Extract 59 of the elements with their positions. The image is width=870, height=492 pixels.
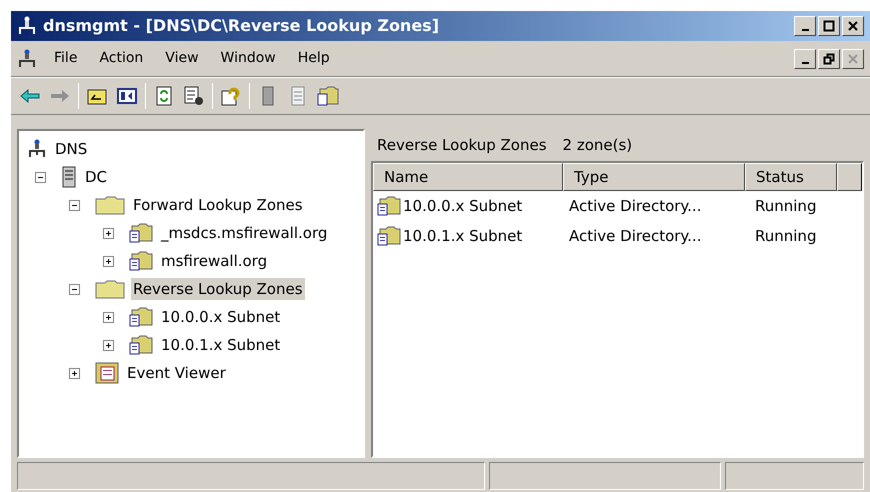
column-header[interactable]: Type bbox=[563, 163, 745, 191]
restore-icon bbox=[823, 52, 835, 64]
table-cell-text: Active Directory... bbox=[568, 226, 702, 247]
column-header[interactable]: Status bbox=[745, 163, 837, 191]
table-cell-text: 10.0.0.x Subnet bbox=[403, 196, 522, 217]
expand-toggle[interactable] bbox=[103, 256, 114, 266]
table-cell-text: Active Directory... bbox=[568, 196, 702, 217]
zone-folder-icon bbox=[129, 307, 153, 327]
close-button[interactable] bbox=[842, 48, 864, 68]
expand-toggle[interactable] bbox=[103, 312, 114, 322]
tree-item[interactable]: DNS bbox=[53, 138, 90, 160]
zone-folder-icon bbox=[377, 226, 401, 246]
window-title: dnsmgmt - [DNS\DC\Reverse Lookup Zones] bbox=[43, 15, 440, 37]
tree-item[interactable]: Reverse Lookup Zones bbox=[131, 278, 305, 300]
network-icon bbox=[27, 139, 47, 159]
collapse-toggle[interactable] bbox=[69, 200, 80, 210]
close-icon bbox=[847, 52, 859, 64]
menu-item[interactable]: Help bbox=[286, 48, 341, 69]
zone-folder-icon bbox=[129, 223, 153, 243]
menu-item[interactable]: File bbox=[43, 48, 88, 69]
menu-item[interactable]: View bbox=[154, 48, 210, 69]
close-icon bbox=[847, 20, 859, 32]
menu-item[interactable]: Window bbox=[210, 48, 287, 69]
event-log-icon bbox=[95, 362, 119, 384]
network-icon[interactable] bbox=[17, 48, 37, 68]
minimize-icon bbox=[802, 62, 808, 64]
expand-toggle[interactable] bbox=[103, 340, 114, 350]
restore-button[interactable] bbox=[818, 48, 840, 68]
folder-icon bbox=[95, 279, 125, 299]
tree-item[interactable]: Forward Lookup Zones bbox=[131, 194, 305, 216]
collapse-toggle[interactable] bbox=[35, 172, 46, 182]
close-button[interactable] bbox=[842, 16, 864, 36]
zone-folder-icon bbox=[129, 251, 153, 271]
maximize-button[interactable] bbox=[818, 16, 840, 36]
server-icon bbox=[61, 166, 77, 188]
tree-item[interactable]: msfirewall.org bbox=[159, 250, 270, 272]
table-cell-text: Running bbox=[754, 196, 818, 217]
tree-item[interactable]: 10.0.0.x Subnet bbox=[159, 306, 282, 328]
tree-item[interactable]: DC bbox=[83, 166, 110, 188]
maximize-icon bbox=[823, 20, 835, 32]
expand-toggle[interactable] bbox=[103, 228, 114, 238]
folder-icon bbox=[95, 195, 125, 215]
collapse-toggle[interactable] bbox=[69, 284, 80, 294]
zone-count: 2 zone(s) bbox=[562, 134, 632, 156]
minimize-button[interactable] bbox=[794, 16, 816, 36]
menu-item[interactable]: Action bbox=[88, 48, 154, 69]
tree-item[interactable]: Event Viewer bbox=[125, 362, 228, 384]
column-header[interactable]: Name bbox=[373, 163, 563, 191]
network-icon bbox=[17, 16, 37, 36]
tree-item[interactable]: _msdcs.msfirewall.org bbox=[159, 222, 330, 244]
table-cell-text: Running bbox=[754, 226, 818, 247]
expand-toggle[interactable] bbox=[69, 368, 80, 378]
tree-item[interactable]: 10.0.1.x Subnet bbox=[159, 334, 282, 356]
zone-folder-icon bbox=[129, 335, 153, 355]
table-cell-text: 10.0.1.x Subnet bbox=[403, 226, 522, 247]
zone-folder-icon bbox=[377, 196, 401, 216]
pane-title: Reverse Lookup Zones bbox=[377, 134, 547, 156]
minimize-button[interactable] bbox=[794, 48, 816, 68]
minimize-icon bbox=[802, 29, 808, 31]
